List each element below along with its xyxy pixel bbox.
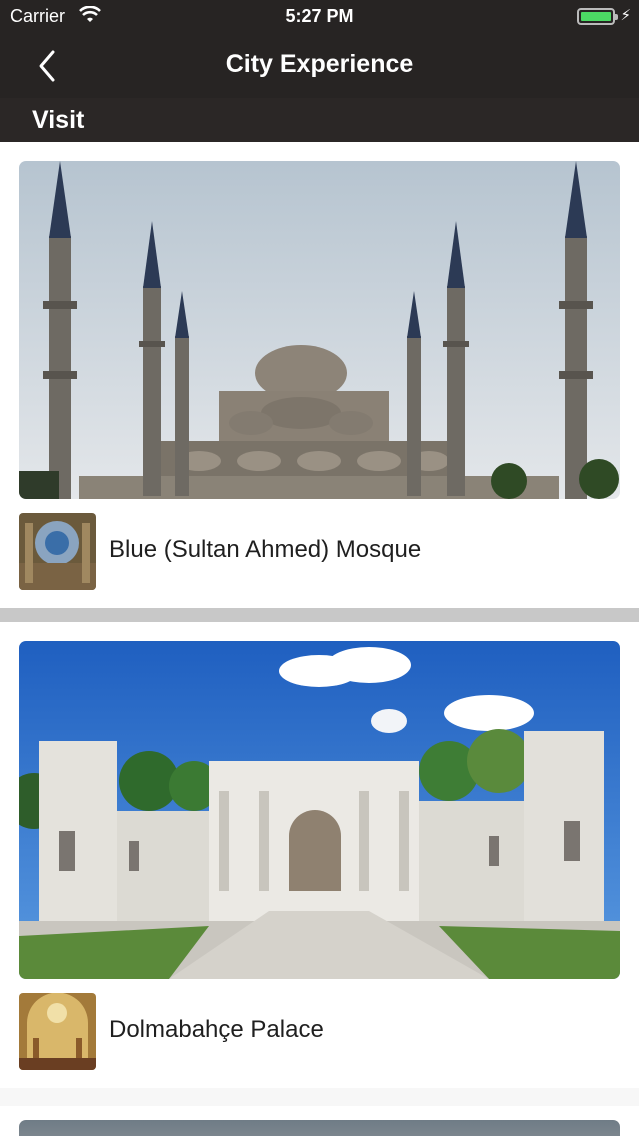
page-title: City Experience — [225, 50, 414, 78]
card-divider — [0, 608, 639, 622]
clock: 5:27 PM — [285, 6, 354, 26]
place-name: Blue (Sultan Ahmed) Mosque — [109, 536, 422, 563]
status-bar: Carrier 5:27 PM ⚡ — [0, 0, 639, 34]
place-photo — [19, 641, 620, 979]
place-photo — [19, 1120, 620, 1136]
navigation-bar: Carrier 5:27 PM ⚡ City Experience — [0, 0, 639, 98]
place-thumbnail — [19, 513, 96, 590]
battery-icon — [577, 8, 618, 25]
section-header: Visit — [0, 98, 639, 142]
charging-icon: ⚡ — [620, 7, 631, 24]
place-card-blue-mosque[interactable]: Blue (Sultan Ahmed) Mosque — [0, 142, 639, 608]
place-card-dolmabahce-palace[interactable]: Dolmabahçe Palace — [0, 622, 639, 1088]
place-name: Dolmabahçe Palace — [109, 1016, 324, 1043]
place-card-partial[interactable] — [0, 1106, 639, 1136]
section-title: Visit — [32, 106, 85, 134]
place-photo — [19, 161, 620, 499]
place-thumbnail — [19, 993, 96, 1070]
